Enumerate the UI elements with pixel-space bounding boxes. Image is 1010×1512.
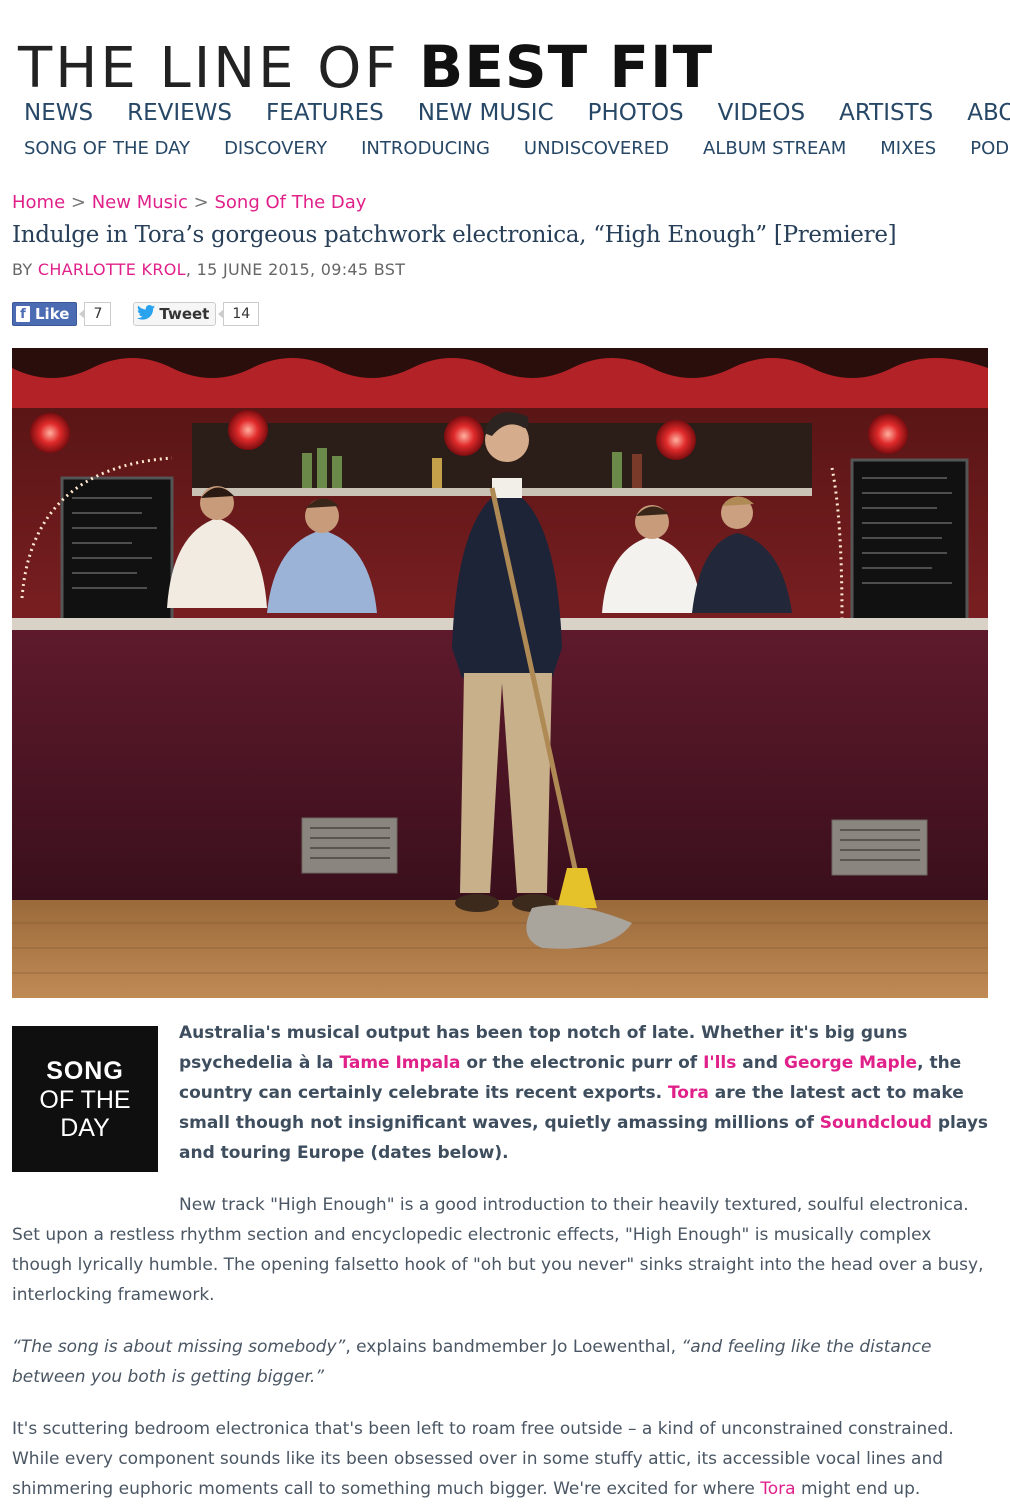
facebook-icon: f [16,306,30,322]
facebook-like-button[interactable]: f Like [12,302,78,326]
lead-text: or the electronic purr of [460,1053,704,1073]
body-paragraph-2: “The song is about missing somebody”, ex… [12,1332,992,1392]
link-soundcloud[interactable]: Soundcloud [820,1113,932,1133]
link-tora[interactable]: Tora [668,1083,709,1103]
article-byline: BY CHARLOTTE KROL, 15 JUNE 2015, 09:45 B… [12,260,405,279]
link-george-maple[interactable]: George Maple [784,1053,917,1073]
nav-artists[interactable]: ARTISTS [839,100,933,126]
breadcrumb-home[interactable]: Home [12,192,65,213]
quote-1: “The song is about missing somebody” [12,1337,346,1357]
nav-photos[interactable]: PHOTOS [588,100,684,126]
social-buttons: f Like 7 Tweet 14 [12,302,260,326]
subnav-discovery[interactable]: DISCOVERY [224,138,327,159]
badge-line-1: SONG [46,1057,124,1085]
author-link[interactable]: CHARLOTTE KROL [38,260,186,279]
link-ills[interactable]: I'lls [703,1053,736,1073]
song-of-the-day-badge: SONG OF THE DAY [12,1026,158,1172]
paragraph-text-end: might end up. [795,1479,921,1499]
logo-bold-text: BEST FIT [419,33,714,101]
breadcrumb-separator: > [193,192,209,213]
quote-attribution: , explains bandmember Jo Loewenthal, [345,1337,682,1357]
subnav-mixes[interactable]: MIXES [880,138,936,159]
tweet-button[interactable]: Tweet [133,302,217,326]
band-photo-illustration [12,348,988,998]
like-label: Like [35,305,70,323]
nav-new-music[interactable]: NEW MUSIC [418,100,554,126]
subnav-album-stream[interactable]: ALBUM STREAM [703,138,846,159]
tweet-count: 14 [218,302,260,326]
like-count: 7 [79,302,112,326]
lead-text: and [736,1053,784,1073]
lead-paragraph: Australia's musical output has been top … [179,1018,991,1168]
link-tame-impala[interactable]: Tame Impala [339,1053,460,1073]
logo-light-text: THE LINE OF [18,36,400,101]
badge-line-3: DAY [60,1114,110,1142]
body-paragraph-3: It's scuttering bedroom electronica that… [12,1414,992,1504]
breadcrumb-separator: > [70,192,86,213]
hero-band-photo [12,348,988,998]
breadcrumb-song-of-the-day[interactable]: Song Of The Day [214,192,366,213]
site-logo[interactable]: THE LINE OF BEST FIT [18,34,713,102]
byline-prefix: BY [12,260,33,279]
nav-reviews[interactable]: REVIEWS [127,100,232,126]
nav-features[interactable]: FEATURES [266,100,384,126]
nav-videos[interactable]: VIDEOS [718,100,805,126]
badge-line-2: OF THE [39,1086,131,1114]
subnav-undiscovered[interactable]: UNDISCOVERED [524,138,669,159]
body-paragraph-1: New track "High Enough" is a good introd… [12,1195,984,1305]
article-date: , 15 JUNE 2015, 09:45 BST [185,260,406,279]
nav-news[interactable]: NEWS [24,100,93,126]
secondary-nav: SONG OF THE DAY DISCOVERY INTRODUCING UN… [24,138,1010,159]
nav-about[interactable]: ABOUT [967,100,1010,126]
article-title: Indulge in Tora’s gorgeous patchwork ele… [12,222,897,248]
twitter-bird-icon [137,304,156,324]
subnav-podcast[interactable]: PODCAST [970,138,1010,159]
breadcrumb-new-music[interactable]: New Music [92,192,188,213]
tweet-label: Tweet [159,305,210,323]
subnav-introducing[interactable]: INTRODUCING [361,138,490,159]
link-tora-2[interactable]: Tora [760,1479,795,1499]
breadcrumb: Home > New Music > Song Of The Day [12,192,366,213]
subnav-song-of-the-day[interactable]: SONG OF THE DAY [24,138,190,159]
primary-nav: NEWS REVIEWS FEATURES NEW MUSIC PHOTOS V… [24,100,1010,126]
